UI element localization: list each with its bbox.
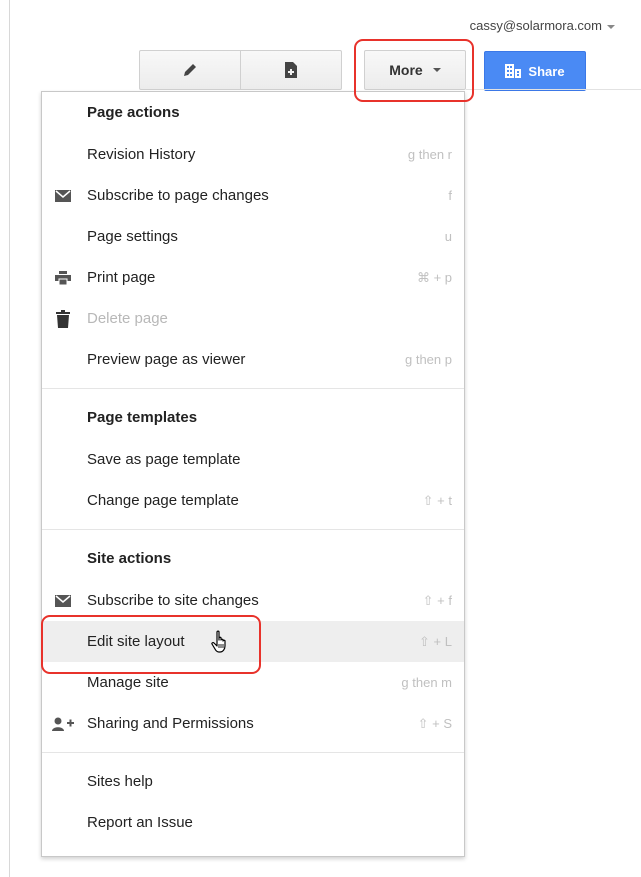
menu-item-shortcut: u bbox=[444, 229, 452, 244]
menu-separator bbox=[42, 388, 464, 389]
printer-icon bbox=[52, 257, 74, 298]
menu-item-shortcut: ⇧ + L bbox=[419, 634, 452, 649]
menu-item-label: Print page bbox=[87, 269, 156, 286]
building-icon bbox=[505, 64, 522, 78]
pencil-icon bbox=[184, 64, 196, 76]
menu-item-shortcut: ⇧ + f bbox=[422, 593, 452, 608]
menu-item-sharing-permissions[interactable]: Sharing and Permissions ⇧ + S bbox=[42, 703, 464, 744]
menu-item-label: Edit site layout bbox=[87, 633, 185, 650]
new-page-button[interactable] bbox=[240, 50, 342, 90]
menu-item-label: Report an Issue bbox=[87, 814, 193, 831]
menu-item-label: Subscribe to page changes bbox=[87, 187, 269, 204]
trash-icon bbox=[52, 298, 74, 339]
menu-item-shortcut: ⇧ + t bbox=[422, 493, 452, 508]
menu-separator bbox=[42, 752, 464, 753]
menu-separator bbox=[42, 529, 464, 530]
menu-section-page-actions: Page actions Revision History g then r S… bbox=[42, 92, 464, 380]
menu-item-shortcut: ⌘ + p bbox=[416, 270, 452, 285]
share-button-label: Share bbox=[528, 63, 565, 79]
menu-item-shortcut: g then r bbox=[407, 147, 452, 162]
menu-item-shortcut: g then p bbox=[405, 352, 452, 367]
menu-item-label: Sites help bbox=[87, 773, 153, 790]
menu-item-label: Sharing and Permissions bbox=[87, 715, 254, 732]
edit-page-button[interactable] bbox=[139, 50, 241, 90]
menu-item-subscribe-page[interactable]: Subscribe to page changes f bbox=[42, 175, 464, 216]
menu-item-label: Change page template bbox=[87, 492, 239, 509]
menu-section-header: Site actions bbox=[87, 550, 172, 567]
menu-item-print-page[interactable]: Print page ⌘ + p bbox=[42, 257, 464, 298]
more-actions-menu: Page actions Revision History g then r S… bbox=[41, 91, 465, 857]
menu-section-header: Page templates bbox=[87, 409, 198, 426]
menu-item-label: Delete page bbox=[87, 310, 168, 327]
menu-section-site-actions: Site actions Subscribe to site changes ⇧… bbox=[42, 538, 464, 744]
chevron-down-icon bbox=[607, 24, 615, 29]
menu-item-save-as-template[interactable]: Save as page template bbox=[42, 439, 464, 480]
menu-item-label: Page settings bbox=[87, 228, 178, 245]
menu-item-label: Manage site bbox=[87, 674, 169, 691]
menu-item-report-issue[interactable]: Report an Issue bbox=[42, 802, 464, 843]
envelope-icon bbox=[52, 580, 74, 621]
toolbar-divider bbox=[466, 89, 641, 90]
menu-item-page-settings[interactable]: Page settings u bbox=[42, 216, 464, 257]
menu-section-page-templates: Page templates Save as page template Cha… bbox=[42, 397, 464, 521]
menu-section-help: Sites help Report an Issue bbox=[42, 761, 464, 843]
add-person-icon bbox=[52, 703, 74, 744]
more-button-label: More bbox=[389, 62, 423, 78]
chevron-down-icon bbox=[432, 68, 441, 72]
account-switcher[interactable]: cassy@solarmora.com bbox=[470, 18, 615, 33]
share-button[interactable]: Share bbox=[484, 51, 586, 91]
menu-item-label: Revision History bbox=[87, 146, 196, 163]
menu-item-shortcut: f bbox=[448, 188, 452, 203]
menu-item-change-template[interactable]: Change page template ⇧ + t bbox=[42, 480, 464, 521]
menu-item-edit-site-layout[interactable]: Edit site layout ⇧ + L bbox=[42, 621, 464, 662]
menu-item-manage-site[interactable]: Manage site g then m bbox=[42, 662, 464, 703]
menu-item-label: Subscribe to site changes bbox=[87, 592, 259, 609]
envelope-icon bbox=[52, 175, 74, 216]
menu-item-revision-history[interactable]: Revision History g then r bbox=[42, 134, 464, 175]
menu-item-delete-page: Delete page bbox=[42, 298, 464, 339]
menu-item-label: Save as page template bbox=[87, 451, 241, 468]
menu-item-subscribe-site[interactable]: Subscribe to site changes ⇧ + f bbox=[42, 580, 464, 621]
menu-item-label: Preview page as viewer bbox=[87, 351, 246, 368]
menu-item-shortcut: ⇧ + S bbox=[417, 716, 452, 731]
menu-item-preview-as-viewer[interactable]: Preview page as viewer g then p bbox=[42, 339, 464, 380]
new-page-icon bbox=[285, 62, 297, 78]
more-button[interactable]: More bbox=[364, 50, 466, 90]
menu-item-shortcut: g then m bbox=[401, 675, 452, 690]
menu-item-sites-help[interactable]: Sites help bbox=[42, 761, 464, 802]
account-email: cassy@solarmora.com bbox=[469, 18, 602, 33]
menu-section-header: Page actions bbox=[87, 104, 180, 121]
